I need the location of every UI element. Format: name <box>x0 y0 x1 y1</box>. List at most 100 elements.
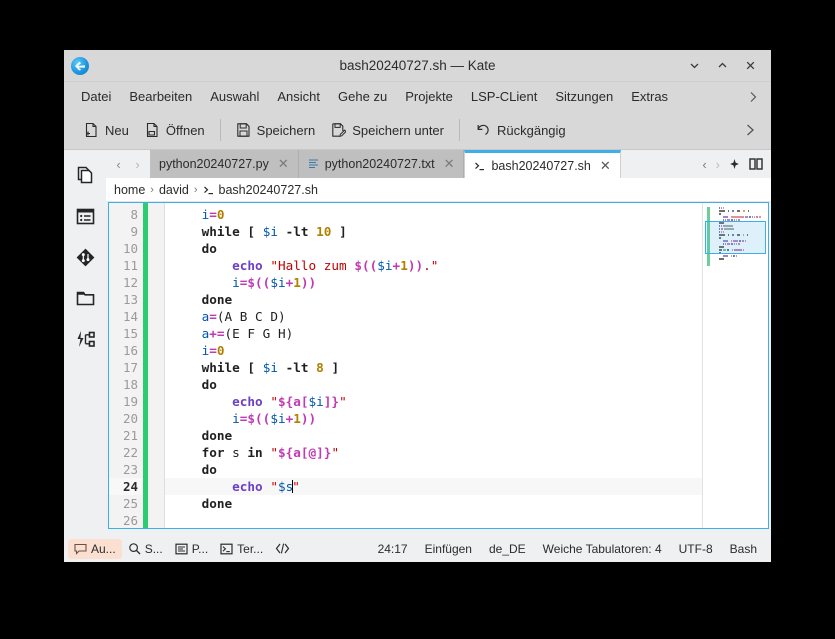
minimap-token <box>724 228 734 230</box>
window-title: bash20240727.sh — Kate <box>64 58 771 73</box>
input-mode[interactable]: Einfügen <box>425 542 472 556</box>
code-folding-column[interactable] <box>148 203 165 528</box>
tab-python-py[interactable]: python20240727.py ✕ <box>150 150 299 178</box>
code-line[interactable]: echo "${a[$i]}" <box>165 393 702 410</box>
panel-button[interactable]: P... <box>169 539 214 559</box>
minimap-token <box>738 243 740 245</box>
locale[interactable]: de_DE <box>489 542 526 556</box>
minimap-token <box>713 207 718 209</box>
code-line[interactable]: done <box>165 495 702 512</box>
code-line[interactable]: done <box>165 291 702 308</box>
minimap-token <box>754 216 755 218</box>
tab-close-icon[interactable]: ✕ <box>444 156 455 172</box>
code-token: 0 <box>217 207 225 222</box>
menu-extras[interactable]: Extras <box>622 85 677 108</box>
open-button[interactable]: Öffnen <box>137 118 213 142</box>
save-as-button[interactable]: Speichern unter <box>323 118 452 142</box>
sidebar-item-outline[interactable] <box>72 203 98 229</box>
minimap-token <box>727 243 730 245</box>
menu-gehe-zu[interactable]: Gehe zu <box>329 85 396 108</box>
breadcrumb-david[interactable]: david <box>159 183 189 197</box>
minimap-token <box>732 210 734 212</box>
code-brackets-button[interactable] <box>269 539 300 558</box>
menu-datei[interactable]: Datei <box>72 85 120 108</box>
annotation-button[interactable]: Au... <box>68 539 122 559</box>
code-line[interactable]: do <box>165 461 702 478</box>
code-line[interactable]: a=(A B C D) <box>165 308 702 325</box>
minimap-token <box>713 258 718 260</box>
menu-overflow-chevron-icon[interactable] <box>741 90 771 104</box>
code-line[interactable]: done <box>165 427 702 444</box>
sidebar-item-filesystem[interactable] <box>72 285 98 311</box>
minimap-token <box>728 234 729 236</box>
minimap-lines <box>713 207 765 263</box>
minimap-token <box>752 216 753 218</box>
indent-setting[interactable]: Weiche Tabulatoren: 4 <box>543 542 662 556</box>
tabbar-prev-icon[interactable]: ‹ <box>702 157 706 172</box>
syntax-mode[interactable]: Bash <box>730 542 757 556</box>
minimap-token <box>719 222 724 224</box>
editor-column: ‹ › python20240727.py ✕ python202 <box>106 150 771 535</box>
tab-bash-sh[interactable]: bash20240727.sh ✕ <box>464 150 620 178</box>
code-token: 1 <box>400 258 408 273</box>
terminal-button[interactable]: Ter... <box>214 539 269 559</box>
sidebar-item-lsp-symbols[interactable] <box>72 326 98 352</box>
code-line[interactable]: echo "$s" <box>165 478 702 495</box>
minimap-token <box>726 210 727 212</box>
menu-ansicht[interactable]: Ansicht <box>268 85 329 108</box>
code-line[interactable]: i=0 <box>165 342 702 359</box>
quick-open-icon[interactable] <box>729 158 740 170</box>
code-line[interactable]: do <box>165 376 702 393</box>
code-line[interactable]: for s in "${a[@]}" <box>165 444 702 461</box>
code-text-area[interactable]: i=0 while [ $i -lt 10 ] do echo "Hallo z… <box>165 203 702 528</box>
code-token <box>171 496 202 511</box>
code-line[interactable]: while [ $i -lt 10 ] <box>165 223 702 240</box>
code-editor[interactable]: 891011121314151617181920212223242526 i=0… <box>108 202 769 529</box>
menu-lsp-client[interactable]: LSP-CLient <box>462 85 546 108</box>
minimap-line <box>713 255 765 257</box>
code-line[interactable]: a+=(E F G H) <box>165 325 702 342</box>
tab-next-icon[interactable]: › <box>129 157 146 172</box>
code-line[interactable]: do <box>165 240 702 257</box>
minimap-token <box>723 207 724 209</box>
breadcrumb-home[interactable]: home <box>114 183 145 197</box>
menu-bearbeiten[interactable]: Bearbeiten <box>120 85 201 108</box>
split-view-icon[interactable] <box>749 158 763 170</box>
tab-python-txt[interactable]: python20240727.txt ✕ <box>299 150 465 178</box>
search-label: S... <box>145 542 163 556</box>
toolbar-overflow-chevron-icon[interactable] <box>737 122 771 138</box>
maximize-icon[interactable] <box>709 54 735 78</box>
code-token: )) <box>301 275 316 290</box>
code-line[interactable]: i=$(($i+1)) <box>165 410 702 427</box>
menu-auswahl[interactable]: Auswahl <box>201 85 268 108</box>
tabbar-next-icon[interactable]: › <box>716 157 720 172</box>
sidebar-item-git[interactable] <box>72 244 98 270</box>
new-button[interactable]: Neu <box>76 118 137 142</box>
close-icon[interactable] <box>737 54 763 78</box>
code-line[interactable]: i=$(($i+1)) <box>165 274 702 291</box>
tab-prev-icon[interactable]: ‹ <box>110 157 127 172</box>
code-line[interactable]: while [ $i -lt 8 ] <box>165 359 702 376</box>
code-line[interactable]: i=0 <box>165 206 702 223</box>
panel-icon <box>175 543 188 555</box>
tab-close-icon[interactable]: ✕ <box>600 158 611 174</box>
new-button-label: Neu <box>105 123 129 138</box>
minimap-token <box>713 243 722 245</box>
minimap-token <box>745 216 748 218</box>
search-button[interactable]: S... <box>122 539 169 559</box>
breadcrumb-file[interactable]: bash20240727.sh <box>219 183 318 197</box>
menu-sitzungen[interactable]: Sitzungen <box>546 85 622 108</box>
code-token <box>278 360 286 375</box>
cursor-position[interactable]: 24:17 <box>378 542 408 556</box>
encoding[interactable]: UTF-8 <box>679 542 713 556</box>
minimap[interactable] <box>702 203 768 528</box>
minimize-icon[interactable] <box>681 54 707 78</box>
code-line[interactable]: echo "Hallo zum $(($i+1))." <box>165 257 702 274</box>
menu-projekte[interactable]: Projekte <box>396 85 462 108</box>
sidebar-item-documents[interactable] <box>72 162 98 188</box>
tab-close-icon[interactable]: ✕ <box>278 156 289 172</box>
code-line[interactable] <box>165 512 702 528</box>
save-as-button-label: Speichern unter <box>352 123 444 138</box>
undo-button[interactable]: Rückgängig <box>467 118 574 142</box>
save-button[interactable]: Speichern <box>228 118 324 142</box>
